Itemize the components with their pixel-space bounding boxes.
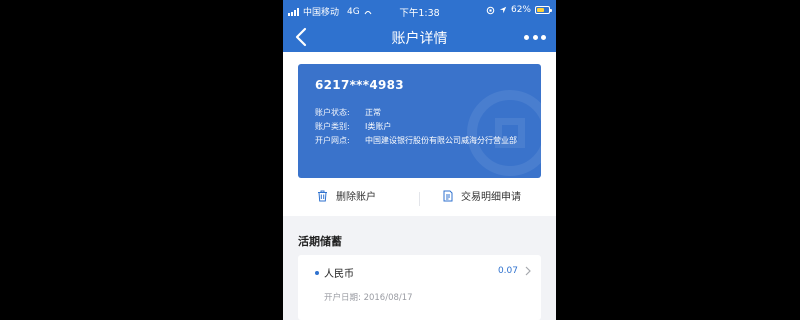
- transaction-statement-label: 交易明细申请: [461, 192, 521, 203]
- status-bar: 中国移动 4G 下午1:38 62%: [283, 0, 556, 22]
- delete-account-label: 删除账户: [336, 192, 376, 203]
- more-dot-icon: [524, 34, 529, 40]
- more-dot-icon: [532, 34, 538, 40]
- nav-bar: 账户详情: [283, 22, 556, 52]
- savings-item[interactable]: 人民币 0.07 开户日期: 2016/08/17: [298, 255, 541, 320]
- balance-value: 0.07: [497, 266, 518, 276]
- battery-fill: [537, 8, 544, 12]
- card-info: 账户状态: 正常 账户类别: I类账户 开户网点: 中国建设银行股份有限公司威海…: [315, 106, 525, 148]
- account-section: 6217***4983 账户状态: 正常 账户类别: I类账户 开户网点: 中国…: [283, 52, 556, 216]
- card-row-label: 账户状态:: [315, 108, 350, 117]
- rotation-lock-icon: [486, 6, 495, 14]
- card-row-type: 账户类别: I类账户: [315, 120, 525, 134]
- card-row-branch: 开户网点: 中国建设银行股份有限公司威海分行营业部: [315, 134, 525, 148]
- more-button[interactable]: [524, 29, 546, 45]
- battery-percent: 62%: [510, 5, 531, 15]
- status-right: 62%: [486, 5, 552, 15]
- document-icon: [443, 190, 453, 201]
- chevron-right-icon[interactable]: [524, 266, 532, 276]
- delete-account-button[interactable]: 删除账户: [317, 188, 376, 203]
- savings-section-title: 活期储蓄: [298, 235, 342, 248]
- open-date-label: 开户日期:: [324, 293, 361, 303]
- more-dot-icon: [541, 34, 546, 40]
- account-card: 6217***4983 账户状态: 正常 账户类别: I类账户 开户网点: 中国…: [298, 64, 541, 178]
- card-row-label: 开户网点:: [315, 136, 350, 145]
- phone-screen: 中国移动 4G 下午1:38 62% 账户详情 6217***4983 账户状态…: [283, 0, 556, 320]
- card-row-status: 账户状态: 正常: [315, 106, 525, 120]
- transaction-statement-button[interactable]: 交易明细申请: [443, 188, 521, 203]
- card-row-label: 账户类别:: [315, 122, 350, 131]
- location-icon: [499, 6, 507, 14]
- currency-label: 人民币: [324, 269, 354, 280]
- card-row-value: 中国建设银行股份有限公司威海分行营业部: [365, 136, 517, 145]
- card-row-value: I类账户: [365, 122, 392, 131]
- trash-icon: [318, 190, 327, 201]
- bullet-dot-icon: [315, 271, 319, 275]
- card-number: 6217***4983: [315, 78, 404, 92]
- open-date-value: 2016/08/17: [363, 293, 413, 303]
- account-actions: 删除账户 交易明细申请: [283, 182, 556, 212]
- open-date: 开户日期: 2016/08/17: [324, 291, 413, 303]
- page-title: 账户详情: [391, 31, 448, 47]
- card-row-value: 正常: [365, 108, 381, 117]
- battery-icon: [535, 6, 552, 14]
- action-divider: [419, 192, 420, 206]
